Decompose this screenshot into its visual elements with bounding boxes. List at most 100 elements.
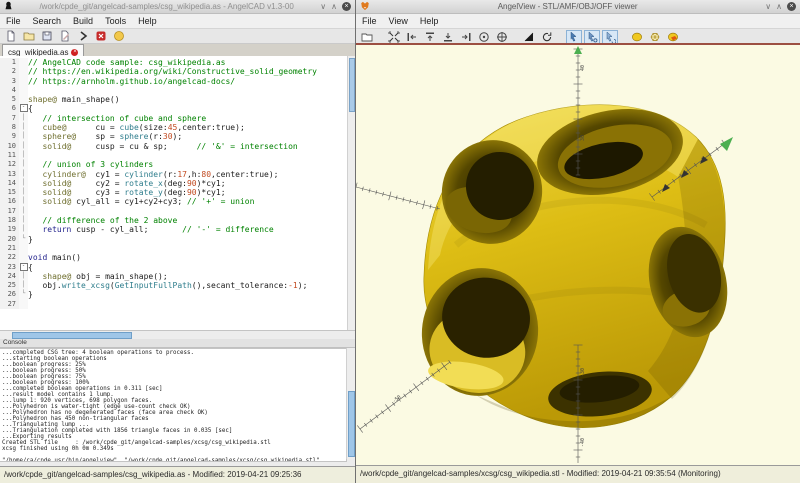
open-file-button[interactable] (21, 29, 37, 44)
editor-vscroll-thumb[interactable] (349, 58, 355, 112)
minimize-icon[interactable]: ∨ (765, 2, 771, 11)
console-scroll-thumb[interactable] (348, 391, 355, 457)
menu-build[interactable]: Build (67, 14, 99, 28)
open-file-icon (23, 30, 35, 42)
code-line: 15│ solid@ cy3 = rotate_y(deg:90)*cy1; (0, 188, 355, 197)
viewport-canvas: 40 30 -30 -40 -50 (356, 45, 800, 465)
line-number: 2 (0, 67, 19, 76)
fold-guide: │ (19, 207, 28, 216)
maximize-icon[interactable]: ∧ (776, 2, 782, 11)
z-axis-arrow (574, 46, 582, 54)
close-icon[interactable]: × (787, 2, 796, 11)
save-file-icon (41, 30, 53, 42)
minimize-icon[interactable]: ∨ (320, 2, 326, 11)
fold-guide: │ (19, 170, 28, 179)
line-number: 8 (0, 123, 19, 132)
line-number: 11 (0, 151, 19, 160)
code-text: } (28, 290, 33, 299)
menu-search[interactable]: Search (27, 14, 68, 28)
line-number: 17 (0, 207, 19, 216)
line-number: 5 (0, 95, 19, 104)
save-as-button[interactable] (57, 29, 73, 44)
code-text: sphere@ sp = sphere(r:30); (28, 132, 182, 141)
svg-text:-30: -30 (580, 368, 586, 377)
code-line: 2// https://en.wikipedia.org/wiki/Constr… (0, 67, 355, 76)
csg-model[interactable] (414, 97, 739, 428)
select-zoom-mode-icon (586, 31, 598, 43)
3d-viewport[interactable]: 40 30 -30 -40 -50 (356, 43, 800, 467)
editor-vscrollbar[interactable] (347, 56, 355, 330)
code-text: { (28, 104, 33, 113)
fold-guide (19, 86, 28, 95)
code-text: solid@ cyl_all = cy1+cy2+cy3; // '+' = u… (28, 197, 254, 206)
rotate-view-icon (541, 31, 553, 43)
console-output[interactable]: ...completed CSG tree: 4 boolean operati… (0, 348, 347, 462)
line-number: 12 (0, 160, 19, 169)
code-editor[interactable]: 1// AngelCAD code sample: csg_wikipedia.… (0, 56, 355, 332)
code-line: 16│ solid@ cyl_all = cy1+cy2+cy3; // '+'… (0, 197, 355, 206)
fold-guide (19, 244, 28, 253)
code-text: } (28, 235, 33, 244)
help-button[interactable] (111, 29, 127, 44)
svg-text:-40: -40 (580, 438, 586, 447)
line-number: 25 (0, 281, 19, 290)
code-line: 21 (0, 244, 355, 253)
line-number: 22 (0, 253, 19, 262)
close-icon[interactable]: × (342, 2, 351, 11)
fold-guide: │ (19, 114, 28, 123)
viewer-menubar: FileViewHelp (356, 14, 800, 29)
editor-menubar: FileSearchBuildToolsHelp (0, 14, 355, 29)
code-line: 8│ cube@ cu = cube(size:45,center:true); (0, 123, 355, 132)
code-line: 9│ sphere@ sp = sphere(r:30); (0, 132, 355, 141)
code-text: obj.write_xcsg(GetInputFullPath(),secant… (28, 281, 307, 290)
code-text: shape@ obj = main_shape(); (28, 272, 168, 281)
line-number: 9 (0, 132, 19, 141)
svg-text:40: 40 (580, 65, 586, 71)
angelcad-app-icon (4, 1, 13, 12)
menu-help[interactable]: Help (132, 14, 163, 28)
svg-text:-50: -50 (392, 394, 403, 404)
code-line: 17│ (0, 207, 355, 216)
line-number: 26 (0, 290, 19, 299)
maximize-icon[interactable]: ∧ (331, 2, 337, 11)
menu-file[interactable]: File (0, 14, 27, 28)
help-icon (113, 30, 125, 42)
fold-marker-icon[interactable]: - (19, 263, 28, 272)
menu-view[interactable]: View (383, 14, 414, 28)
console-scrollbar[interactable] (346, 348, 355, 459)
code-text: // AngelCAD code sample: csg_wikipedia.a… (28, 58, 225, 67)
console-line: "/home/ca/cpde_usr/bin/angelview" "/work… (2, 458, 346, 462)
code-text: // difference of the 2 above (28, 216, 177, 225)
fold-guide: │ (19, 160, 28, 169)
fold-marker-icon[interactable]: - (19, 104, 28, 113)
axis-view-icon (478, 31, 490, 43)
stop-button[interactable] (93, 29, 109, 44)
code-line: 22void main() (0, 253, 355, 262)
code-text: shape@ main_shape() (28, 95, 120, 104)
fold-guide: │ (19, 272, 28, 281)
line-number: 16 (0, 197, 19, 206)
angelview-app-icon (360, 1, 370, 13)
menu-file[interactable]: File (356, 14, 383, 28)
menu-tools[interactable]: Tools (99, 14, 132, 28)
new-file-button[interactable] (3, 29, 19, 44)
menu-help[interactable]: Help (414, 14, 445, 28)
code-text: // https://arnholm.github.io/angelcad-do… (28, 77, 235, 86)
line-number: 20 (0, 235, 19, 244)
angelcad-editor-window: /work/cpde_git/angelcad-samples/csg_wiki… (0, 0, 356, 483)
angelview-window: AngelView - STL/AMF/OBJ/OFF viewer ∨ ∧ ×… (356, 0, 800, 483)
line-number: 14 (0, 179, 19, 188)
fold-guide: └ (19, 235, 28, 244)
run-button[interactable] (75, 29, 91, 44)
line-number: 3 (0, 77, 19, 86)
save-file-button[interactable] (39, 29, 55, 44)
stop-icon (95, 30, 107, 42)
tab-close-icon[interactable]: × (71, 49, 78, 56)
fold-guide (19, 253, 28, 262)
code-line: 11│ (0, 151, 355, 160)
code-line: 14│ solid@ cy2 = rotate_x(deg:90)*cy1; (0, 179, 355, 188)
code-line: 27 (0, 300, 355, 309)
code-line: 5 shape@ main_shape() (0, 95, 355, 104)
editor-hscroll-thumb[interactable] (12, 332, 132, 339)
code-line: 24│ shape@ obj = main_shape(); (0, 272, 355, 281)
